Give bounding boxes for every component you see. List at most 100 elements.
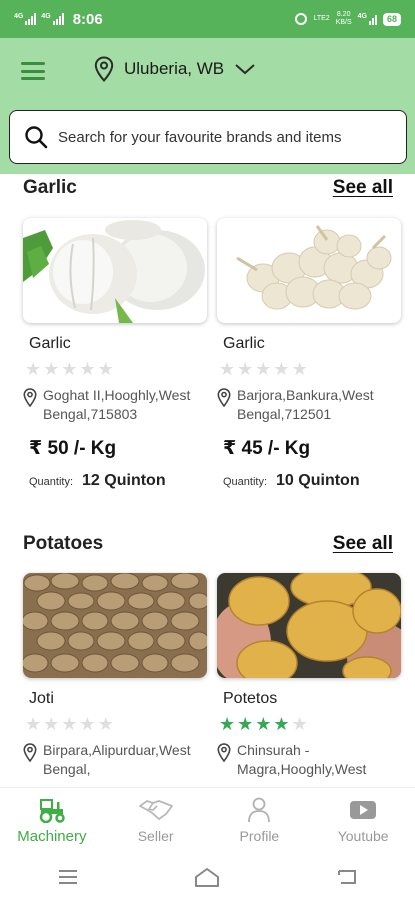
net-speed-value: 8.20	[336, 11, 351, 18]
star-icon: ★	[219, 714, 236, 734]
address-text: Chinsurah - Magra,Hooghly,West	[237, 742, 367, 777]
star-icon: ★	[61, 714, 78, 734]
product-card[interactable]: Garlic ★ ★ ★ ★ ★ Barjora,Bankura,West Bengal…	[217, 218, 401, 490]
product-feed[interactable]: Garlic See all Garlic ★ ★ ★ ★ ★ Goghat I…	[0, 174, 415, 787]
star-icon: ★	[97, 714, 114, 734]
product-image	[217, 218, 401, 323]
star-rating: ★ ★ ★ ★ ★	[25, 360, 207, 378]
back-icon[interactable]	[336, 867, 358, 887]
net-speed-unit: KB/S	[335, 19, 352, 26]
quantity-label: Quantity:	[29, 476, 74, 488]
person-icon	[247, 797, 271, 823]
product-quantity: Quantity: 12 Quinton	[29, 472, 207, 490]
star-icon: ★	[273, 714, 290, 734]
star-icon: ★	[97, 359, 114, 379]
location-pin-icon	[23, 388, 37, 407]
product-address: Chinsurah - Magra,Hooghly,West	[217, 741, 401, 779]
data-signal-icon: 4G	[358, 13, 377, 25]
star-icon: ★	[219, 359, 236, 379]
hamburger-menu-icon[interactable]	[21, 62, 45, 80]
star-icon: ★	[43, 714, 60, 734]
recents-icon[interactable]	[57, 868, 79, 886]
star-icon: ★	[273, 359, 290, 379]
sim1-label: 4G	[14, 13, 24, 20]
handshake-icon	[138, 797, 173, 823]
search-icon	[25, 126, 48, 149]
star-icon: ★	[43, 359, 60, 379]
product-image	[23, 218, 207, 323]
star-rating: ★ ★ ★ ★ ★	[219, 715, 401, 733]
star-icon: ★	[237, 359, 254, 379]
star-icon: ★	[255, 714, 272, 734]
nav-machinery[interactable]: Machinery	[0, 788, 104, 853]
product-card[interactable]: Garlic ★ ★ ★ ★ ★ Goghat II,Hooghly,West Beng…	[23, 218, 207, 490]
alarm-icon	[295, 13, 308, 25]
nav-label: Machinery	[17, 828, 87, 845]
net-speed: 8.20 KB/S	[336, 11, 352, 27]
section-header: Potatoes See all	[23, 530, 393, 558]
star-icon: ★	[79, 359, 96, 379]
product-price: ₹ 50 /- Kg	[29, 438, 117, 459]
signal-icon: 4G	[41, 13, 64, 25]
home-icon[interactable]	[193, 866, 221, 888]
app-header: Uluberia, WB	[0, 38, 415, 174]
product-image	[217, 573, 401, 678]
see-all-link[interactable]: See all	[333, 177, 393, 199]
star-icon: ★	[255, 359, 272, 379]
product-name: Potetos	[223, 690, 278, 707]
quantity-value: 12 Quinton	[82, 472, 166, 489]
section-title: Potatoes	[23, 533, 104, 554]
location-pin-icon	[217, 743, 231, 762]
product-image	[23, 573, 207, 678]
star-icon: ★	[61, 359, 78, 379]
product-address: Birpara,Alipurduar,West Bengal,	[23, 741, 207, 779]
chevron-down-icon	[235, 64, 255, 75]
data-type-label: 4G	[357, 13, 367, 20]
address-text: Barjora,Bankura,West Bengal,712501	[237, 387, 374, 422]
location-pin-icon	[94, 56, 114, 82]
star-icon: ★	[237, 714, 254, 734]
search-input[interactable]	[58, 128, 388, 146]
star-icon: ★	[79, 714, 96, 734]
star-icon: ★	[291, 359, 308, 379]
product-price: ₹ 45 /- Kg	[223, 438, 311, 459]
location-selector[interactable]: Uluberia, WB	[94, 56, 256, 82]
nav-youtube[interactable]: Youtube	[311, 788, 415, 853]
location-pin-icon	[23, 743, 37, 762]
star-icon: ★	[291, 714, 308, 734]
product-address: Goghat II,Hooghly,West Bengal,715803	[23, 386, 207, 424]
nav-profile[interactable]: Profile	[208, 788, 312, 853]
star-rating: ★ ★ ★ ★ ★	[219, 360, 401, 378]
tractor-icon	[37, 797, 67, 823]
search-bar[interactable]	[9, 110, 407, 164]
nav-seller[interactable]: Seller	[104, 788, 208, 853]
status-bar: 4G 4G 8:06 LTE2 8.20 KB/S 4G 68	[0, 0, 415, 38]
address-text: Goghat II,Hooghly,West Bengal,715803	[43, 387, 191, 422]
address-text: Birpara,Alipurduar,West Bengal,	[43, 742, 191, 777]
location-label: Uluberia, WB	[124, 59, 225, 78]
product-address: Barjora,Bankura,West Bengal,712501	[217, 386, 401, 424]
star-icon: ★	[25, 359, 42, 379]
product-name: Joti	[29, 690, 54, 707]
section-title: Garlic	[23, 177, 77, 198]
product-card[interactable]: Potetos ★ ★ ★ ★ ★ Chinsurah - Magra,Hooghly,…	[217, 573, 401, 779]
signal-icon: 4G	[14, 13, 37, 25]
product-name: Garlic	[29, 335, 71, 352]
nav-label: Profile	[239, 828, 280, 844]
quantity-label: Quantity:	[223, 476, 268, 488]
product-card[interactable]: Joti ★ ★ ★ ★ ★ Birpara,Alipurduar,West Benga…	[23, 573, 207, 779]
battery-icon: 68	[382, 12, 401, 26]
star-rating: ★ ★ ★ ★ ★	[25, 715, 207, 733]
volte-label: LTE2	[313, 15, 330, 22]
location-pin-icon	[217, 388, 231, 407]
star-icon: ★	[25, 714, 42, 734]
quantity-value: 10 Quinton	[276, 472, 360, 489]
nav-label: Seller	[137, 828, 174, 844]
nav-label: Youtube	[337, 828, 389, 844]
product-quantity: Quantity: 10 Quinton	[223, 472, 401, 490]
net-speed-info: LTE2	[313, 15, 329, 23]
system-navigation-bar	[0, 853, 415, 900]
sim2-label: 4G	[41, 13, 51, 20]
see-all-link[interactable]: See all	[333, 533, 393, 555]
youtube-icon	[349, 797, 377, 823]
